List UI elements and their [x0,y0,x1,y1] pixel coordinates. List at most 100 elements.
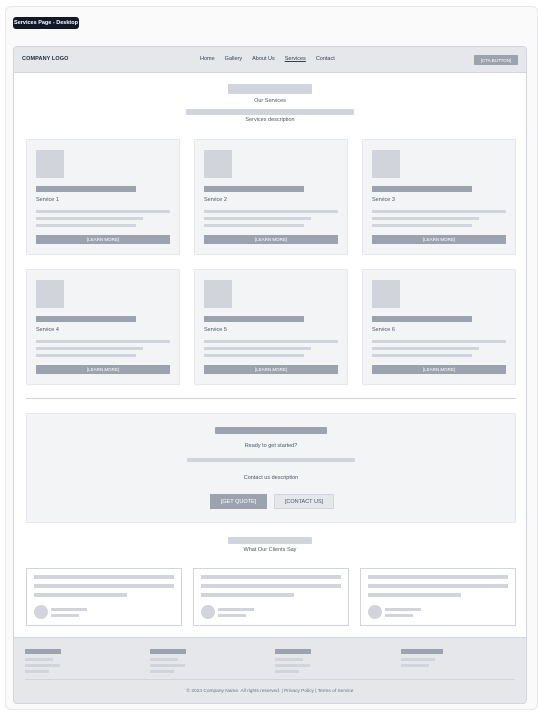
text-line [34,593,127,597]
footer-link-placeholder[interactable] [275,664,310,667]
nav-services[interactable]: Services [285,56,306,62]
footer-link-placeholder[interactable] [150,658,178,661]
testimonial-card [193,568,349,626]
text-line [372,217,479,220]
footer-link-placeholder[interactable] [25,664,60,667]
testimonials-heading-placeholder [228,537,312,544]
intro-heading-placeholder [228,84,312,94]
testimonials-heading: What Our Clients Say [243,547,297,553]
title-placeholder [36,186,136,192]
wireframe-frame: COMPANY LOGO Home Gallery About Us Servi… [13,46,527,704]
text-line [368,584,508,588]
text-line [36,217,143,220]
contact-description-placeholder [187,458,355,462]
footer-link-placeholder[interactable] [25,658,53,661]
service-name: Service 1 [36,197,59,203]
image-placeholder [204,280,232,308]
footer-column [275,649,325,679]
service-name: Service 4 [36,327,59,333]
text-line [36,224,136,227]
author-role-placeholder [385,614,413,617]
service-name: Service 5 [204,327,227,333]
learn-more-button[interactable]: [LEARN MORE] [204,365,338,374]
nav-gallery[interactable]: Gallery [225,56,242,62]
author-name-placeholder [385,608,421,611]
footer-link-placeholder[interactable] [150,670,174,673]
text-line [204,340,338,343]
get-quote-button[interactable]: [GET QUOTE] [210,494,267,509]
contact-heading: Ready to get started? [244,443,298,449]
image-placeholder [372,280,400,308]
avatar [201,605,215,619]
text-line [372,347,479,350]
text-line [204,217,311,220]
nav-home[interactable]: Home [200,56,215,62]
image-placeholder [372,150,400,178]
learn-more-button[interactable]: [LEARN MORE] [36,365,170,374]
intro-description: Services description [245,117,295,123]
cta-button[interactable]: [CTA BUTTON] [474,55,518,65]
text-line [204,354,304,357]
learn-more-button[interactable]: [LEARN MORE] [36,235,170,244]
service-card: Service 2 [LEARN MORE] [194,139,348,255]
image-placeholder [204,150,232,178]
footer-link-placeholder[interactable] [275,670,299,673]
image-placeholder [36,280,64,308]
learn-more-button[interactable]: [LEARN MORE] [372,235,506,244]
text-line [201,575,341,579]
footer-link-placeholder[interactable] [275,658,303,661]
footer-link-placeholder[interactable] [25,670,49,673]
page-tag: Services Page - Desktop [13,17,79,29]
footer-heading-placeholder [401,649,443,654]
footer-column [401,649,451,679]
testimonial-card [360,568,516,626]
intro-heading: Our Services [254,98,286,104]
nav-about-us[interactable]: About Us [252,56,275,62]
intro-description-placeholder [186,109,354,115]
site-header: COMPANY LOGO Home Gallery About Us Servi… [14,47,526,73]
text-line [372,224,472,227]
footer-link-placeholder[interactable] [401,658,435,661]
footer-link-placeholder[interactable] [401,664,429,667]
text-line [372,354,472,357]
learn-more-button[interactable]: [LEARN MORE] [204,235,338,244]
author-role-placeholder [218,614,246,617]
footer-heading-placeholder [25,649,61,654]
text-line [204,210,338,213]
text-line [368,593,461,597]
title-placeholder [372,186,472,192]
text-line [201,593,294,597]
service-name: Service 2 [204,197,227,203]
author-role-placeholder [51,614,79,617]
testimonial-card [26,568,182,626]
service-card: Service 1 [LEARN MORE] [26,139,180,255]
text-line [36,340,170,343]
avatar [34,605,48,619]
footer-column [25,649,75,679]
service-card: Service 3 [LEARN MORE] [362,139,516,255]
text-line [36,347,143,350]
text-line [372,210,506,213]
service-name: Service 6 [372,327,395,333]
nav-contact[interactable]: Contact [316,56,335,62]
text-line [368,575,508,579]
contact-section: Ready to get started? Contact us descrip… [26,413,516,523]
footer-heading-placeholder [150,649,186,654]
service-card: Service 5 [LEARN MORE] [194,269,348,385]
title-placeholder [372,316,472,322]
learn-more-button[interactable]: [LEARN MORE] [372,365,506,374]
footer-link-placeholder[interactable] [150,664,185,667]
text-line [34,575,174,579]
text-line [34,584,174,588]
image-placeholder [36,150,64,178]
footer-heading-placeholder [275,649,311,654]
company-logo[interactable]: COMPANY LOGO [22,56,69,62]
copyright-text: © 2024 Company Name. All rights reserved… [186,689,354,694]
service-card: Service 4 [LEARN MORE] [26,269,180,385]
text-line [201,584,341,588]
title-placeholder [204,316,304,322]
contact-us-button[interactable]: [CONTACT US] [274,494,334,509]
author-name-placeholder [218,608,254,611]
avatar [368,605,382,619]
service-card: Service 6 [LEARN MORE] [362,269,516,385]
